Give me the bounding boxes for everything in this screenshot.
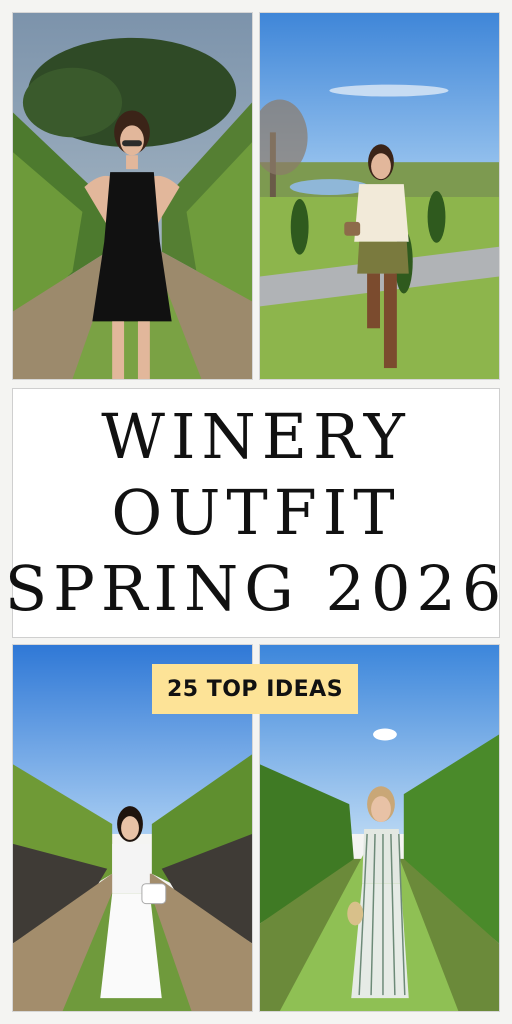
title-line-3: SPRING 2026	[4, 552, 508, 625]
title-line-1: WINERY	[101, 400, 411, 473]
photo-sweater-boots-lawn	[259, 12, 500, 380]
ideas-count-badge: 25 TOP IDEAS	[152, 664, 358, 714]
photo-black-dress-vineyard	[12, 12, 253, 380]
title-card: WINERY OUTFIT SPRING 2026	[5, 388, 501, 638]
title-line-2: OUTFIT	[111, 476, 401, 549]
